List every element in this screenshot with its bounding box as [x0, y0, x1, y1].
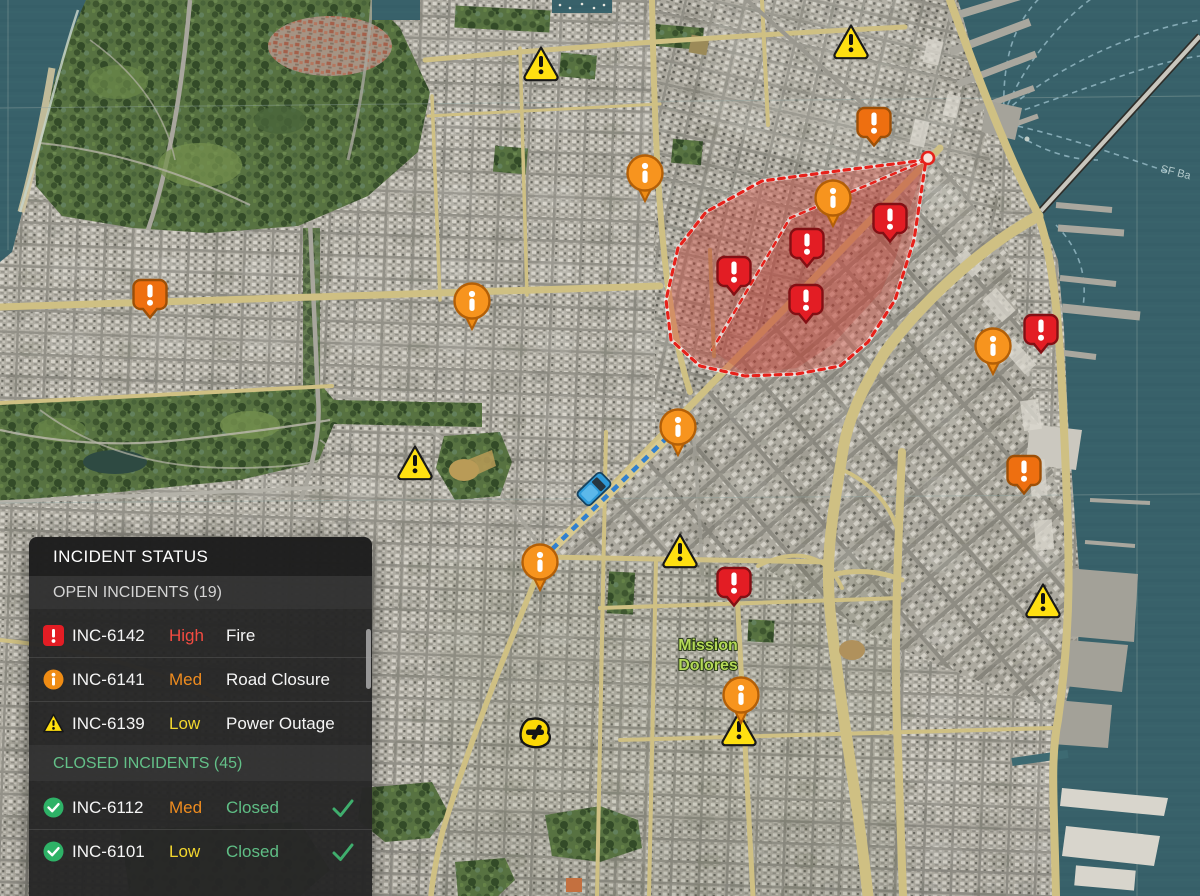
svg-text:Mission: Mission	[678, 637, 738, 654]
svg-text:Dolores: Dolores	[678, 657, 738, 674]
